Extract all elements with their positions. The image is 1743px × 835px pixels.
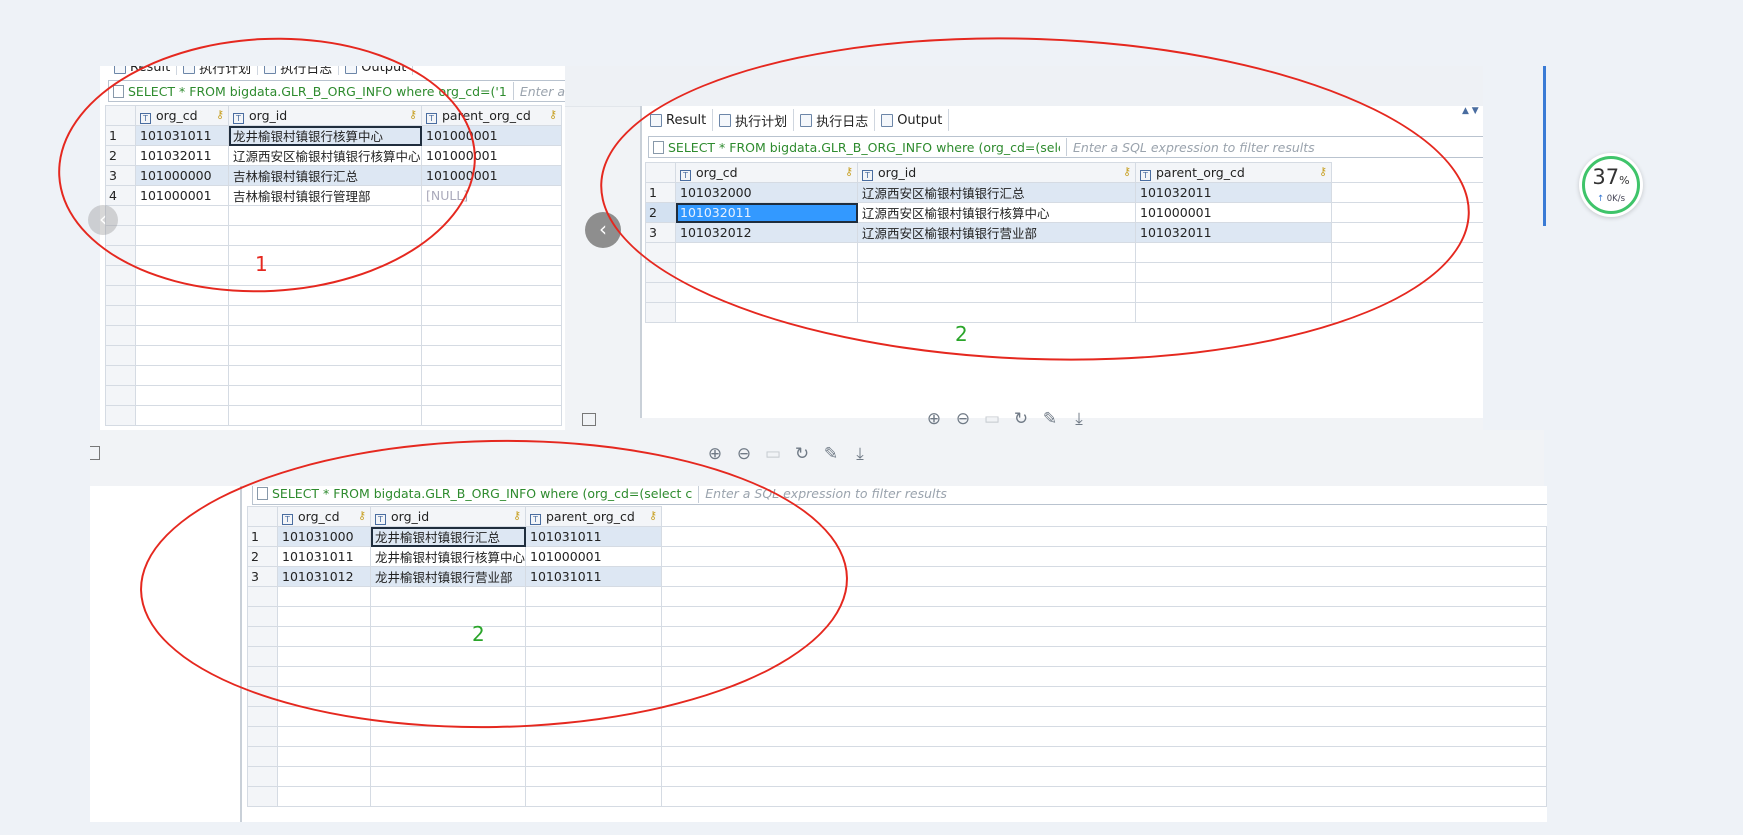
gauge-percent-unit: % xyxy=(1619,174,1630,187)
upload-arrow-icon: ↑ xyxy=(1596,194,1605,204)
zoom-out-icon[interactable]: ⊖ xyxy=(735,444,753,464)
empty-row xyxy=(105,365,562,386)
empty-row xyxy=(105,385,562,406)
gauge-speed: ↑ 0K/s xyxy=(1579,194,1643,204)
empty-row xyxy=(247,746,1547,767)
gauge-percent-value: 37 xyxy=(1592,165,1620,189)
download-icon[interactable]: ⤓ xyxy=(1070,409,1088,429)
scrollbar-accent[interactable] xyxy=(1543,66,1546,226)
empty-row xyxy=(247,786,1547,807)
download-icon[interactable]: ⤓ xyxy=(851,444,869,464)
refresh-icon[interactable]: ↻ xyxy=(1012,409,1030,429)
zoom-in-icon[interactable]: ⊕ xyxy=(925,409,943,429)
result-tab-icon xyxy=(114,66,126,74)
viewer-toolbar-2: ⊕ ⊖ ▭ ↻ ✎ ⤓ xyxy=(925,409,1088,429)
gauge-speed-value: 0K/s xyxy=(1606,194,1626,204)
panel-collapse-icon[interactable]: ▲ ▼ xyxy=(1462,106,1479,116)
sort-key-icon[interactable]: ⚷ xyxy=(549,108,557,121)
annotation-label-2a: 2 xyxy=(955,322,968,346)
memory-usage-gauge[interactable]: 37% ↑ 0K/s xyxy=(1579,153,1643,217)
annotation-label-1: 1 xyxy=(255,252,268,276)
empty-row xyxy=(247,726,1547,747)
divider xyxy=(512,82,514,100)
fit-icon[interactable]: ▭ xyxy=(983,409,1001,429)
viewer-toolbar: ⊕ ⊖ ▭ ↻ ✎ ⤓ xyxy=(706,444,869,464)
zoom-in-icon[interactable]: ⊕ xyxy=(706,444,724,464)
edit-icon[interactable]: ✎ xyxy=(1041,409,1059,429)
layout-toggle-icon[interactable] xyxy=(582,413,596,426)
zoom-out-icon[interactable]: ⊖ xyxy=(954,409,972,429)
empty-row xyxy=(105,305,562,326)
empty-row xyxy=(247,766,1547,787)
edit-icon[interactable]: ✎ xyxy=(822,444,840,464)
fit-icon[interactable]: ▭ xyxy=(764,444,782,464)
gauge-percent: 37% xyxy=(1579,165,1643,189)
empty-row xyxy=(105,345,562,366)
filter-placeholder[interactable]: Enter a xyxy=(520,84,565,99)
empty-row xyxy=(105,325,562,346)
annotation-label-2b: 2 xyxy=(472,622,485,646)
empty-row xyxy=(105,285,562,306)
empty-row xyxy=(105,405,562,426)
layout-toggle-icon[interactable] xyxy=(90,446,100,460)
refresh-icon[interactable]: ↻ xyxy=(793,444,811,464)
